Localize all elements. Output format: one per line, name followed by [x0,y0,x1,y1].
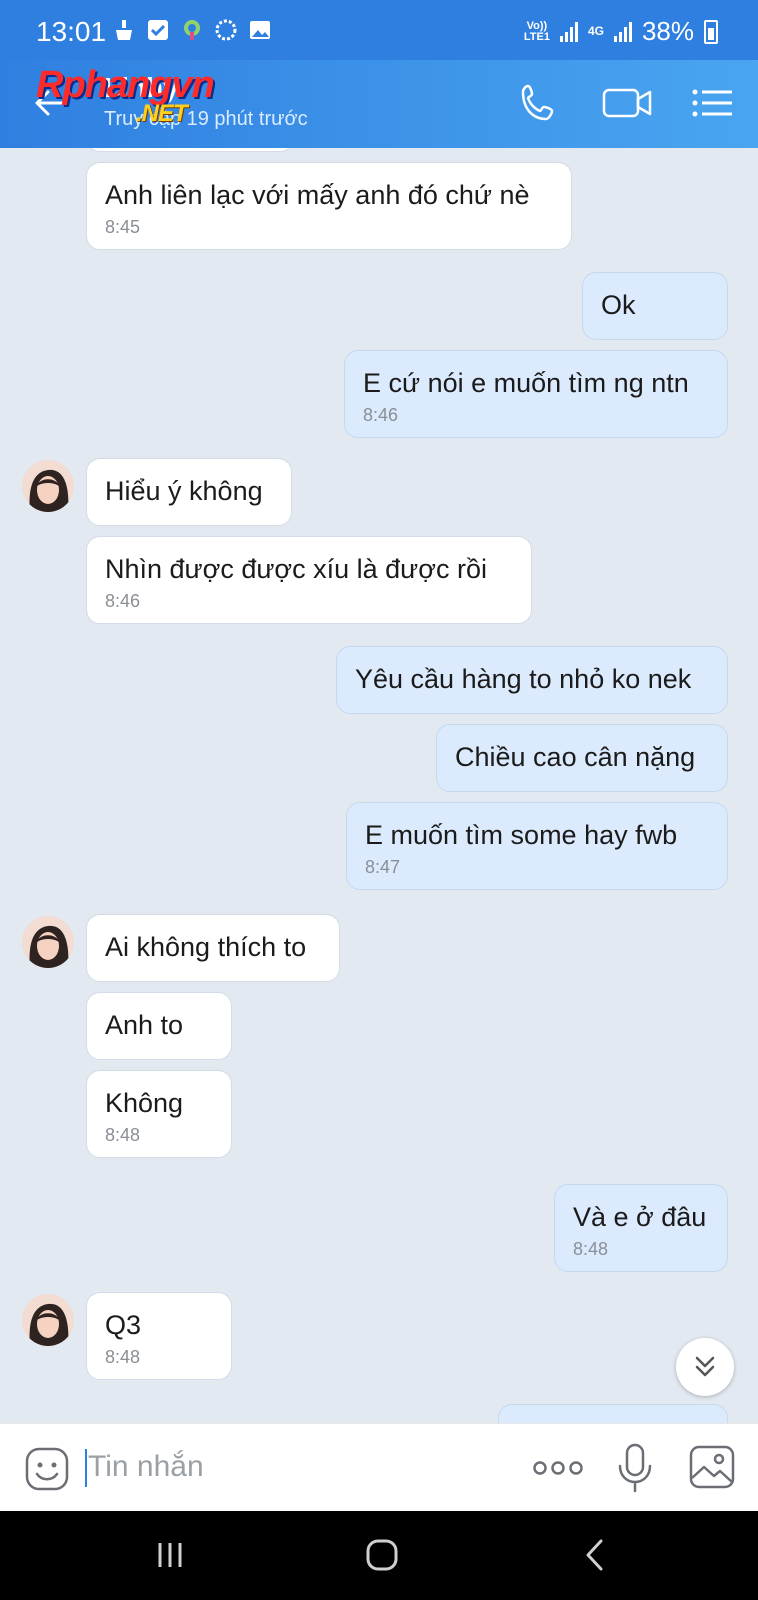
avatar[interactable] [22,1294,74,1346]
status-right: Vo)) LTE1 4G 38% [524,16,718,47]
contact-status: Truy cập 19 phút trước [104,108,308,130]
more-options-icon[interactable] [532,1454,584,1482]
cleaner-icon [116,20,132,40]
message-time: 8:46 [363,405,399,425]
emoji-icon[interactable] [24,1446,70,1492]
message-text: Anh to [105,1010,184,1040]
message-bubble-incoming[interactable]: Anh liên lạc với mấy anh đó chứ nè 8:45 [86,162,572,250]
chat-header: Linhy Truy cập 19 phút trước Rphangvn .N… [0,60,758,148]
signal-2-icon [613,21,632,42]
scroll-to-bottom-button[interactable] [676,1338,734,1396]
avatar[interactable] [22,460,74,512]
microphone-icon[interactable] [614,1442,656,1494]
phone-icon[interactable] [514,78,564,128]
volte-indicator: Vo)) LTE1 [523,19,550,43]
checkbox-icon [148,20,168,40]
message-bubble-incoming[interactable]: Q3 8:48 [86,1292,232,1380]
message-text: Chiều cao cân nặng [455,742,696,772]
video-call-icon[interactable] [600,78,656,128]
message-time: 8:48 [573,1239,609,1259]
message-bubble-incoming[interactable]: Anh to [86,992,232,1060]
message-text: E cứ nói e muốn tìm ng ntn [363,368,689,398]
message-text: Hiểu ý không [105,476,263,506]
message-bubble-outgoing[interactable]: E muốn tìm some hay fwb 8:47 [346,802,728,890]
home-icon[interactable] [362,1535,402,1575]
signal-1-icon [559,21,578,42]
message-text: Không [105,1088,184,1118]
message-bubble-incoming[interactable]: Ai không thích to [86,914,340,982]
network-type: 4G [587,24,604,38]
message-time: 8:46 [105,591,141,611]
message-time: 8:48 [105,1347,141,1367]
message-input-bar [0,1423,758,1511]
notification-icons [112,18,272,42]
watermark-logo: Rphangvn .NET [36,64,215,127]
message-text: Nhìn được được xíu là được rồi [105,554,487,584]
recent-apps-icon[interactable] [150,1535,190,1575]
message-input[interactable] [88,1444,488,1490]
chat-message-list[interactable]: Anh liên lạc với mấy anh đó chứ nè 8:45 … [0,148,758,1423]
status-bar: 13:01 Vo)) LTE1 4G 38% [0,0,758,60]
back-icon[interactable] [576,1535,616,1575]
message-time: 8:47 [365,857,401,877]
message-bubble-incoming[interactable]: Không 8:48 [86,1070,232,1158]
system-navigation-bar [0,1511,758,1600]
message-text: Ok [601,290,636,320]
message-bubble-partial [498,1404,728,1423]
image-icon[interactable] [688,1444,736,1490]
message-text: Yêu cầu hàng to nhỏ ko nek [355,664,692,694]
menu-list-icon[interactable] [690,78,736,128]
message-bubble-partial [86,148,294,152]
message-bubble-outgoing[interactable]: Chiều cao cân nặng [436,724,728,792]
message-bubble-incoming[interactable]: Nhìn được được xíu là được rồi 8:46 [86,536,532,624]
message-bubble-outgoing[interactable]: Ok [582,272,728,340]
message-time: 8:45 [105,217,141,237]
battery-icon [704,19,718,44]
app-notification-icon [184,20,200,40]
battery-percent: 38% [641,16,694,46]
message-text: Anh liên lạc với mấy anh đó chứ nè [105,180,530,210]
message-text: Và e ở đâu [573,1202,707,1232]
double-chevron-down-icon [695,1356,715,1377]
message-bubble-outgoing[interactable]: E cứ nói e muốn tìm ng ntn 8:46 [344,350,728,438]
message-text: E muốn tìm some hay fwb [365,820,678,850]
message-bubble-outgoing[interactable]: Yêu cầu hàng to nhỏ ko nek [336,646,728,714]
avatar[interactable] [22,916,74,968]
message-text: Ai không thích to [105,932,307,962]
message-time: 8:48 [105,1125,141,1145]
message-bubble-outgoing[interactable]: Và e ở đâu 8:48 [554,1184,728,1272]
gallery-icon [250,21,270,39]
sync-icon [215,19,237,41]
message-bubble-incoming[interactable]: Hiểu ý không [86,458,292,526]
status-time: 13:01 [36,16,107,47]
text-cursor [85,1449,87,1487]
message-text: Q3 [105,1310,142,1340]
